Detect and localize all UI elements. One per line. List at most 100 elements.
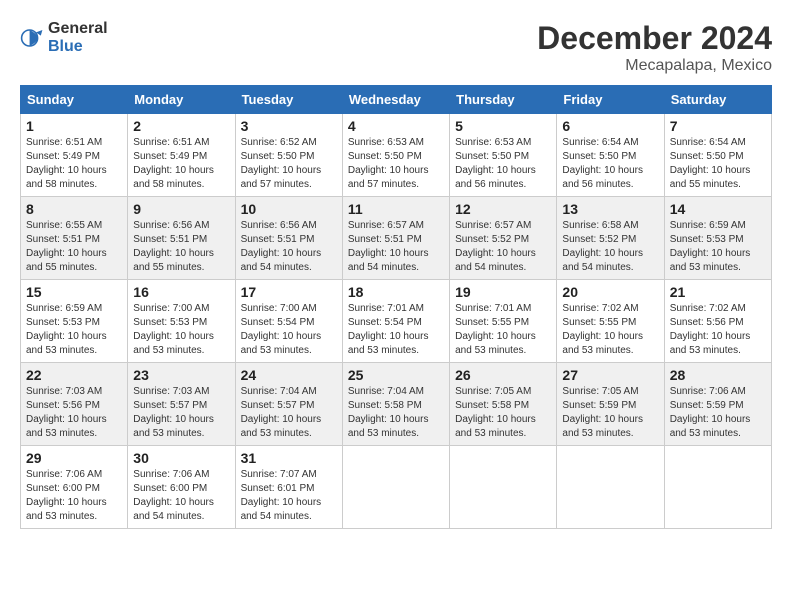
day-cell-23: 23 Sunrise: 7:03 AM Sunset: 5:57 PM Dayl… [128,363,235,446]
day-number: 7 [670,118,766,134]
week-row-1: 1 Sunrise: 6:51 AM Sunset: 5:49 PM Dayli… [21,114,772,197]
day-info: Sunrise: 7:04 AM Sunset: 5:57 PM Dayligh… [241,385,337,441]
header-sunday: Sunday [21,86,128,114]
day-info: Sunrise: 6:51 AM Sunset: 5:49 PM Dayligh… [26,136,122,192]
day-info: Sunrise: 7:07 AM Sunset: 6:01 PM Dayligh… [241,468,337,524]
week-row-4: 22 Sunrise: 7:03 AM Sunset: 5:56 PM Dayl… [21,363,772,446]
day-number: 21 [670,284,766,300]
day-cell-27: 27 Sunrise: 7:05 AM Sunset: 5:59 PM Dayl… [557,363,664,446]
day-number: 28 [670,367,766,383]
header-wednesday: Wednesday [342,86,449,114]
day-number: 22 [26,367,122,383]
empty-cell [557,446,664,529]
day-info: Sunrise: 6:59 AM Sunset: 5:53 PM Dayligh… [26,302,122,358]
day-cell-1: 1 Sunrise: 6:51 AM Sunset: 5:49 PM Dayli… [21,114,128,197]
day-number: 9 [133,201,229,217]
day-number: 31 [241,450,337,466]
day-number: 30 [133,450,229,466]
logo-blue: Blue [48,38,83,55]
header-monday: Monday [128,86,235,114]
header-saturday: Saturday [664,86,771,114]
day-info: Sunrise: 6:55 AM Sunset: 5:51 PM Dayligh… [26,219,122,275]
day-info: Sunrise: 7:02 AM Sunset: 5:56 PM Dayligh… [670,302,766,358]
day-info: Sunrise: 7:01 AM Sunset: 5:55 PM Dayligh… [455,302,551,358]
day-cell-29: 29 Sunrise: 7:06 AM Sunset: 6:00 PM Dayl… [21,446,128,529]
day-number: 10 [241,201,337,217]
day-cell-8: 8 Sunrise: 6:55 AM Sunset: 5:51 PM Dayli… [21,197,128,280]
weekday-header-row: Sunday Monday Tuesday Wednesday Thursday… [21,86,772,114]
day-info: Sunrise: 6:51 AM Sunset: 5:49 PM Dayligh… [133,136,229,192]
header-friday: Friday [557,86,664,114]
day-info: Sunrise: 7:06 AM Sunset: 6:00 PM Dayligh… [133,468,229,524]
day-number: 23 [133,367,229,383]
day-number: 20 [562,284,658,300]
day-number: 1 [26,118,122,134]
day-info: Sunrise: 7:06 AM Sunset: 6:00 PM Dayligh… [26,468,122,524]
day-cell-31: 31 Sunrise: 7:07 AM Sunset: 6:01 PM Dayl… [235,446,342,529]
day-number: 13 [562,201,658,217]
day-number: 27 [562,367,658,383]
title-area: December 2024 Mecapalapa, Mexico [537,20,772,75]
logo-general: General [48,20,108,37]
day-info: Sunrise: 7:03 AM Sunset: 5:57 PM Dayligh… [133,385,229,441]
day-cell-4: 4 Sunrise: 6:53 AM Sunset: 5:50 PM Dayli… [342,114,449,197]
day-cell-25: 25 Sunrise: 7:04 AM Sunset: 5:58 PM Dayl… [342,363,449,446]
day-cell-15: 15 Sunrise: 6:59 AM Sunset: 5:53 PM Dayl… [21,280,128,363]
day-number: 14 [670,201,766,217]
day-info: Sunrise: 6:56 AM Sunset: 5:51 PM Dayligh… [133,219,229,275]
location-title: Mecapalapa, Mexico [537,57,772,75]
day-number: 16 [133,284,229,300]
day-info: Sunrise: 6:58 AM Sunset: 5:52 PM Dayligh… [562,219,658,275]
day-cell-21: 21 Sunrise: 7:02 AM Sunset: 5:56 PM Dayl… [664,280,771,363]
day-number: 24 [241,367,337,383]
day-number: 29 [26,450,122,466]
day-cell-14: 14 Sunrise: 6:59 AM Sunset: 5:53 PM Dayl… [664,197,771,280]
day-info: Sunrise: 7:06 AM Sunset: 5:59 PM Dayligh… [670,385,766,441]
day-number: 25 [348,367,444,383]
day-number: 5 [455,118,551,134]
day-info: Sunrise: 7:03 AM Sunset: 5:56 PM Dayligh… [26,385,122,441]
day-info: Sunrise: 6:56 AM Sunset: 5:51 PM Dayligh… [241,219,337,275]
day-cell-2: 2 Sunrise: 6:51 AM Sunset: 5:49 PM Dayli… [128,114,235,197]
logo: General Blue [20,20,108,56]
week-row-5: 29 Sunrise: 7:06 AM Sunset: 6:00 PM Dayl… [21,446,772,529]
month-title: December 2024 [537,20,772,57]
day-number: 11 [348,201,444,217]
day-cell-17: 17 Sunrise: 7:00 AM Sunset: 5:54 PM Dayl… [235,280,342,363]
calendar-table: Sunday Monday Tuesday Wednesday Thursday… [20,85,772,529]
header-tuesday: Tuesday [235,86,342,114]
day-cell-7: 7 Sunrise: 6:54 AM Sunset: 5:50 PM Dayli… [664,114,771,197]
week-row-3: 15 Sunrise: 6:59 AM Sunset: 5:53 PM Dayl… [21,280,772,363]
day-cell-13: 13 Sunrise: 6:58 AM Sunset: 5:52 PM Dayl… [557,197,664,280]
day-info: Sunrise: 6:53 AM Sunset: 5:50 PM Dayligh… [455,136,551,192]
day-number: 15 [26,284,122,300]
day-info: Sunrise: 7:05 AM Sunset: 5:58 PM Dayligh… [455,385,551,441]
day-number: 3 [241,118,337,134]
day-number: 18 [348,284,444,300]
empty-cell [342,446,449,529]
day-cell-16: 16 Sunrise: 7:00 AM Sunset: 5:53 PM Dayl… [128,280,235,363]
day-cell-26: 26 Sunrise: 7:05 AM Sunset: 5:58 PM Dayl… [450,363,557,446]
day-info: Sunrise: 7:01 AM Sunset: 5:54 PM Dayligh… [348,302,444,358]
day-info: Sunrise: 7:00 AM Sunset: 5:53 PM Dayligh… [133,302,229,358]
day-info: Sunrise: 7:02 AM Sunset: 5:55 PM Dayligh… [562,302,658,358]
day-cell-10: 10 Sunrise: 6:56 AM Sunset: 5:51 PM Dayl… [235,197,342,280]
day-number: 26 [455,367,551,383]
logo-icon [20,26,44,50]
week-row-2: 8 Sunrise: 6:55 AM Sunset: 5:51 PM Dayli… [21,197,772,280]
empty-cell [450,446,557,529]
day-cell-28: 28 Sunrise: 7:06 AM Sunset: 5:59 PM Dayl… [664,363,771,446]
day-number: 4 [348,118,444,134]
day-cell-12: 12 Sunrise: 6:57 AM Sunset: 5:52 PM Dayl… [450,197,557,280]
day-info: Sunrise: 6:54 AM Sunset: 5:50 PM Dayligh… [670,136,766,192]
day-number: 12 [455,201,551,217]
day-number: 6 [562,118,658,134]
day-number: 17 [241,284,337,300]
day-cell-18: 18 Sunrise: 7:01 AM Sunset: 5:54 PM Dayl… [342,280,449,363]
day-number: 2 [133,118,229,134]
calendar-body: 1 Sunrise: 6:51 AM Sunset: 5:49 PM Dayli… [21,114,772,529]
day-info: Sunrise: 7:04 AM Sunset: 5:58 PM Dayligh… [348,385,444,441]
empty-cell [664,446,771,529]
day-info: Sunrise: 6:57 AM Sunset: 5:52 PM Dayligh… [455,219,551,275]
day-info: Sunrise: 7:00 AM Sunset: 5:54 PM Dayligh… [241,302,337,358]
